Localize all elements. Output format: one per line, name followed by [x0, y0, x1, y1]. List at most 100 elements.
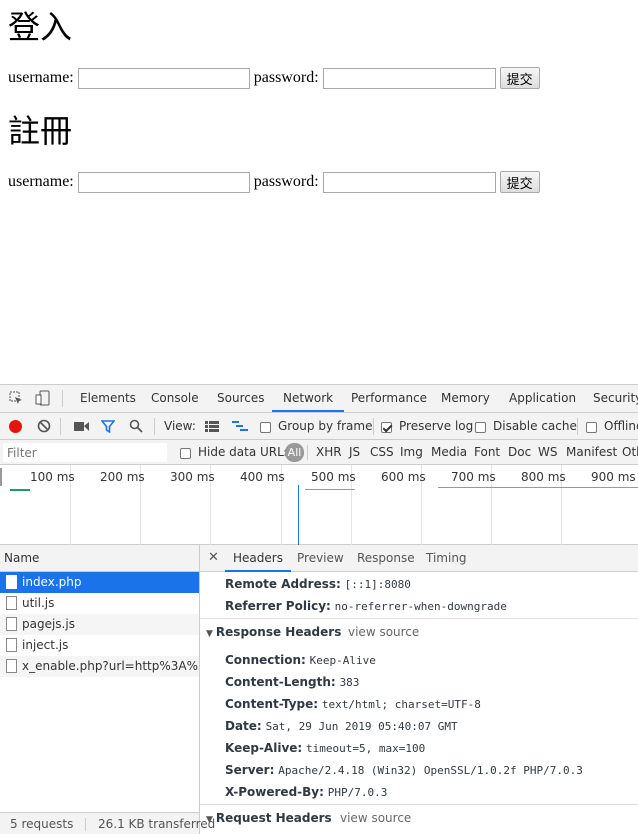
header-content-type: Content-Type: text/html; charset=UTF-8 — [225, 697, 481, 711]
response-headers-section[interactable]: ▼ Response Headers view source — [200, 618, 638, 644]
hide-data-urls-checkbox[interactable] — [180, 446, 191, 460]
header-value: timeout=5, max=100 — [306, 742, 426, 755]
tab-timing[interactable]: Timing — [426, 545, 467, 572]
close-icon[interactable]: ✕ — [208, 550, 219, 565]
timeline-tick-label: 100 ms — [30, 470, 75, 484]
tab-response[interactable]: Response — [357, 545, 415, 572]
tab-console[interactable]: Console — [151, 385, 199, 412]
filter-type-doc[interactable]: Doc — [508, 445, 531, 459]
timeline-tick-label: 900 ms — [591, 470, 636, 484]
request-bar — [438, 487, 638, 488]
dom-content-loaded-marker — [298, 485, 299, 545]
username-label: username: — [8, 69, 74, 86]
request-row-index-php[interactable]: index.php — [0, 572, 199, 593]
request-row-inject-js[interactable]: inject.js — [0, 635, 199, 656]
name-column-header[interactable]: Name — [0, 545, 199, 572]
register-submit-button[interactable]: 提交 — [499, 171, 540, 193]
request-name: index.php — [22, 575, 82, 589]
devtools-tabbar: Elements Console Sources Network Perform… — [0, 385, 638, 413]
file-icon — [6, 575, 17, 589]
tab-application[interactable]: Application — [509, 385, 576, 412]
waterfall-icon[interactable] — [232, 421, 248, 435]
header-value: [::1]:8080 — [344, 578, 411, 591]
tab-sources[interactable]: Sources — [217, 385, 264, 412]
filter-type-font[interactable]: Font — [474, 445, 500, 459]
hide-data-urls-label: Hide data URLs — [198, 445, 291, 459]
password-label: password: — [253, 173, 319, 190]
request-row-x-enable-php[interactable]: x_enable.php?url=http%3A%2... — [0, 656, 199, 677]
disable-cache-checkbox[interactable] — [475, 420, 486, 434]
camera-icon[interactable] — [74, 421, 90, 435]
search-icon[interactable] — [129, 419, 143, 436]
timeline-tick-label: 800 ms — [521, 470, 566, 484]
request-name: util.js — [22, 596, 55, 610]
header-key: Connection: — [225, 653, 306, 667]
login-submit-button[interactable]: 提交 — [499, 67, 540, 89]
large-rows-icon[interactable] — [205, 421, 219, 435]
request-bar — [305, 489, 355, 490]
filter-type-css[interactable]: CSS — [370, 445, 394, 459]
username-label: username: — [8, 173, 74, 190]
request-name: inject.js — [22, 638, 69, 652]
filter-type-manifest[interactable]: Manifest — [566, 445, 617, 459]
clear-icon[interactable] — [37, 419, 51, 436]
view-source-link[interactable]: view source — [348, 619, 419, 645]
transferred-size: 26.1 KB transferred — [97, 817, 216, 831]
request-row-pagejs-js[interactable]: pagejs.js — [0, 614, 199, 635]
expand-triangle-icon: ▼ — [206, 629, 213, 639]
header-x-powered-by: X-Powered-By: PHP/7.0.3 — [225, 785, 387, 799]
request-headers-section[interactable]: ▼ Request Headers view source — [200, 804, 638, 830]
login-username-input[interactable] — [77, 67, 250, 89]
filter-type-all[interactable]: All — [285, 443, 304, 462]
tab-performance[interactable]: Performance — [351, 385, 427, 412]
offline-checkbox[interactable] — [586, 420, 597, 434]
register-password-input[interactable] — [322, 171, 496, 193]
preserve-log-label: Preserve log — [399, 419, 474, 433]
divider — [60, 418, 61, 435]
filter-type-img[interactable]: Img — [400, 445, 423, 459]
request-count: 5 requests — [10, 817, 74, 831]
filter-type-other[interactable]: Oth — [622, 445, 638, 459]
header-value: Sat, 29 Jun 2019 05:40:07 GMT — [265, 720, 458, 733]
header-value: 383 — [339, 676, 360, 689]
timeline-tick-label: 600 ms — [381, 470, 426, 484]
section-title: Request Headers — [215, 811, 332, 825]
divider — [373, 418, 374, 435]
tab-network[interactable]: Network — [272, 385, 345, 412]
header-value: Apache/2.4.18 (Win32) OpenSSL/1.0.2f PHP… — [278, 764, 583, 777]
tab-memory[interactable]: Memory — [441, 385, 490, 412]
tab-headers[interactable]: Headers — [225, 545, 291, 572]
inspect-element-icon[interactable] — [9, 391, 23, 408]
header-date: Date: Sat, 29 Jun 2019 05:40:07 GMT — [225, 719, 458, 733]
preserve-log-checkbox[interactable] — [381, 420, 392, 434]
record-icon[interactable] — [9, 420, 22, 433]
file-icon — [6, 617, 17, 631]
request-bar — [10, 489, 30, 491]
expand-triangle-icon: ▼ — [206, 815, 213, 825]
file-icon — [6, 638, 17, 652]
timeline-tick-label: 400 ms — [240, 470, 285, 484]
network-overview-timeline[interactable]: 100 ms 200 ms 300 ms 400 ms 500 ms 600 m… — [0, 465, 638, 545]
login-password-input[interactable] — [322, 67, 496, 89]
view-source-link[interactable]: view source — [340, 805, 411, 831]
filter-icon[interactable] — [100, 420, 116, 436]
device-toolbar-icon[interactable] — [35, 390, 51, 409]
header-key: Referrer Policy: — [225, 599, 331, 613]
filter-type-ws[interactable]: WS — [538, 445, 557, 459]
status-bar: 5 requests 26.1 KB transferred — [0, 812, 215, 834]
filter-type-media[interactable]: Media — [431, 445, 467, 459]
register-form: username: password: 提交 — [8, 170, 540, 194]
group-by-frame-checkbox[interactable] — [260, 420, 271, 434]
register-username-input[interactable] — [77, 171, 250, 193]
tab-preview[interactable]: Preview — [297, 545, 344, 572]
tab-security[interactable]: Security — [593, 385, 638, 412]
timeline-tick-label: 300 ms — [170, 470, 215, 484]
filter-type-js[interactable]: JS — [349, 445, 360, 459]
request-name: pagejs.js — [22, 617, 75, 631]
request-row-util-js[interactable]: util.js — [0, 593, 199, 614]
tab-elements[interactable]: Elements — [80, 385, 136, 412]
header-value: PHP/7.0.3 — [327, 786, 388, 799]
devtools-panel: Elements Console Sources Network Perform… — [0, 384, 638, 834]
filter-input[interactable] — [3, 443, 167, 462]
filter-type-xhr[interactable]: XHR — [316, 445, 342, 459]
